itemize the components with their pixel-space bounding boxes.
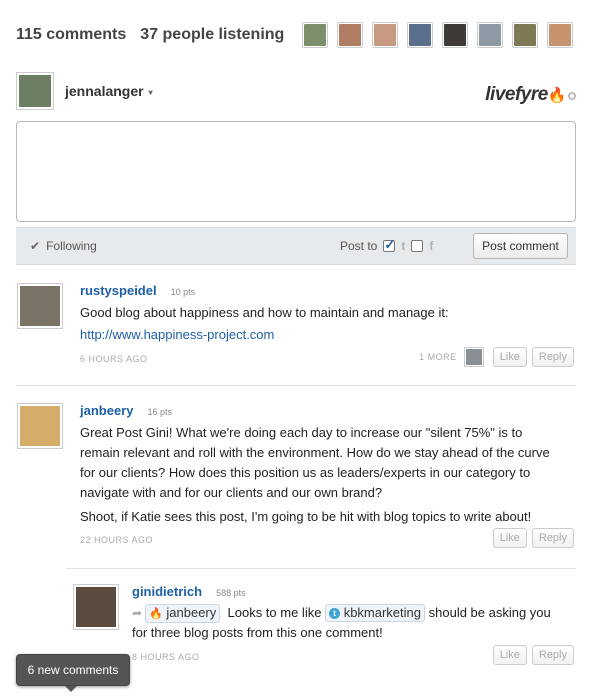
comment: rustyspeidel 10 pts Good blog about happi… [16, 283, 576, 373]
avatar-image [304, 24, 327, 46]
timestamp[interactable]: 8 HOURS AGO [132, 652, 200, 662]
reply-button[interactable]: Reply [531, 347, 574, 367]
twitter-checkbox[interactable] [383, 237, 396, 253]
user-menu[interactable]: jennalanger ▾ [65, 83, 153, 99]
more-likers[interactable]: 1 MORE [419, 352, 457, 362]
brand-name: livefyre [485, 84, 548, 105]
author-avatar[interactable] [17, 403, 63, 449]
author-points: 10 pts [170, 287, 196, 297]
author-name[interactable]: ginidietrich [132, 584, 202, 599]
twitter-icon: t [401, 239, 406, 253]
mention-name: kbkmarketing [343, 605, 421, 620]
avatar-image [465, 349, 482, 365]
mention-tag[interactable]: 🔥 janbeery [145, 604, 221, 623]
listener-avatar[interactable] [512, 22, 539, 48]
new-comments-toast[interactable]: 6 new comments [16, 654, 130, 686]
like-button[interactable]: Like [492, 645, 527, 665]
author-points: 16 pts [147, 407, 173, 417]
author-avatar[interactable] [73, 584, 119, 630]
avatar-image [409, 24, 432, 46]
listener-avatar[interactable] [442, 22, 469, 48]
avatar-image [514, 24, 537, 46]
toast-pointer [65, 686, 77, 692]
listener-count: 37 people listening [140, 26, 285, 43]
timestamp[interactable]: 22 HOURS AGO [80, 535, 153, 545]
comment-header: rustyspeidel 10 pts [80, 283, 195, 298]
listener-avatar[interactable] [477, 22, 504, 48]
divider [66, 568, 576, 569]
reply-button[interactable]: Reply [531, 528, 574, 548]
listening-bar: 115 comments 37 people listening [16, 18, 593, 52]
check-icon: ✔ [30, 239, 41, 253]
avatar-image [479, 24, 502, 46]
listener-avatar[interactable] [407, 22, 434, 48]
author-name[interactable]: janbeery [80, 403, 133, 418]
comment-link[interactable]: http://www.happiness-project.com [80, 327, 274, 342]
twitter-icon: t [329, 608, 341, 620]
comment-actions: 1 MORE Like Reply [419, 347, 574, 367]
post-to-options: Post to t f [340, 237, 434, 253]
comment-text: Great Post Gini! What we're doing each d… [80, 425, 550, 500]
avatar-image [444, 24, 467, 46]
comment-body: Great Post Gini! What we're doing each d… [80, 423, 560, 527]
livefyre-logo[interactable]: livefyre🔥 [485, 84, 566, 106]
liker-avatar[interactable] [463, 347, 484, 367]
comment-body: Good blog about happiness and how to mai… [80, 303, 560, 345]
reply-arrow-icon: ➦ [132, 606, 143, 620]
avatar-image [20, 406, 60, 446]
listener-avatar[interactable] [302, 22, 329, 48]
avatar-image [19, 75, 51, 107]
chevron-down-icon: ▾ [148, 87, 153, 97]
comment-actions: Like Reply [492, 528, 574, 548]
post-comment-button[interactable]: Post comment [473, 233, 568, 259]
reply-button[interactable]: Reply [531, 645, 574, 665]
mention-tag[interactable]: t kbkmarketing [325, 604, 425, 622]
avatar-image [549, 24, 572, 46]
author-points: 588 pts [216, 588, 246, 598]
current-user-avatar[interactable] [16, 72, 54, 110]
comment-text: Looks to me like [227, 605, 322, 620]
comment-text: Good blog about happiness and how to mai… [80, 305, 449, 320]
comment-header: janbeery 16 pts [80, 403, 172, 418]
comment-text: Shoot, if Katie sees this post, I'm goin… [80, 509, 532, 524]
author-name[interactable]: rustyspeidel [80, 283, 157, 298]
mention-name: janbeery [166, 605, 217, 620]
username: jennalanger [65, 83, 144, 99]
timestamp[interactable]: 6 HOURS AGO [80, 354, 148, 364]
facebook-checkbox[interactable] [411, 240, 424, 252]
reply-comment: ginidietrich 588 pts ➦ 🔥 janbeery Looks to… [72, 584, 576, 668]
avatar-image [20, 286, 60, 326]
comment-count: 115 comments [16, 26, 127, 43]
comment-body: ➦ 🔥 janbeery Looks to me like t kbkmarket… [132, 603, 562, 643]
author-avatar[interactable] [17, 283, 63, 329]
comment-actions: Like Reply [492, 645, 574, 665]
like-button[interactable]: Like [492, 347, 527, 367]
listener-avatars [302, 22, 574, 48]
avatar-image [76, 587, 116, 627]
comment-editor[interactable] [16, 121, 576, 222]
comment: janbeery 16 pts Great Post Gini! What we'… [16, 403, 576, 553]
avatar-image [374, 24, 397, 46]
listener-avatar[interactable] [337, 22, 364, 48]
listener-avatar[interactable] [547, 22, 574, 48]
like-button[interactable]: Like [492, 528, 527, 548]
avatar-image [339, 24, 362, 46]
divider [16, 385, 576, 386]
facebook-icon: f [429, 239, 434, 253]
comment-header: ginidietrich 588 pts [132, 584, 246, 599]
flame-icon: 🔥 [547, 87, 567, 104]
following-toggle[interactable]: ✔ Following [30, 239, 97, 253]
post-toolbar: ✔ Following Post to t f Post comment [16, 227, 576, 265]
flame-icon: 🔥 [149, 608, 163, 620]
listener-avatar[interactable] [372, 22, 399, 48]
following-label: Following [46, 239, 97, 253]
gear-icon[interactable] [568, 92, 576, 100]
post-to-label: Post to [340, 239, 378, 253]
user-bar: jennalanger ▾ livefyre🔥 [16, 72, 576, 112]
